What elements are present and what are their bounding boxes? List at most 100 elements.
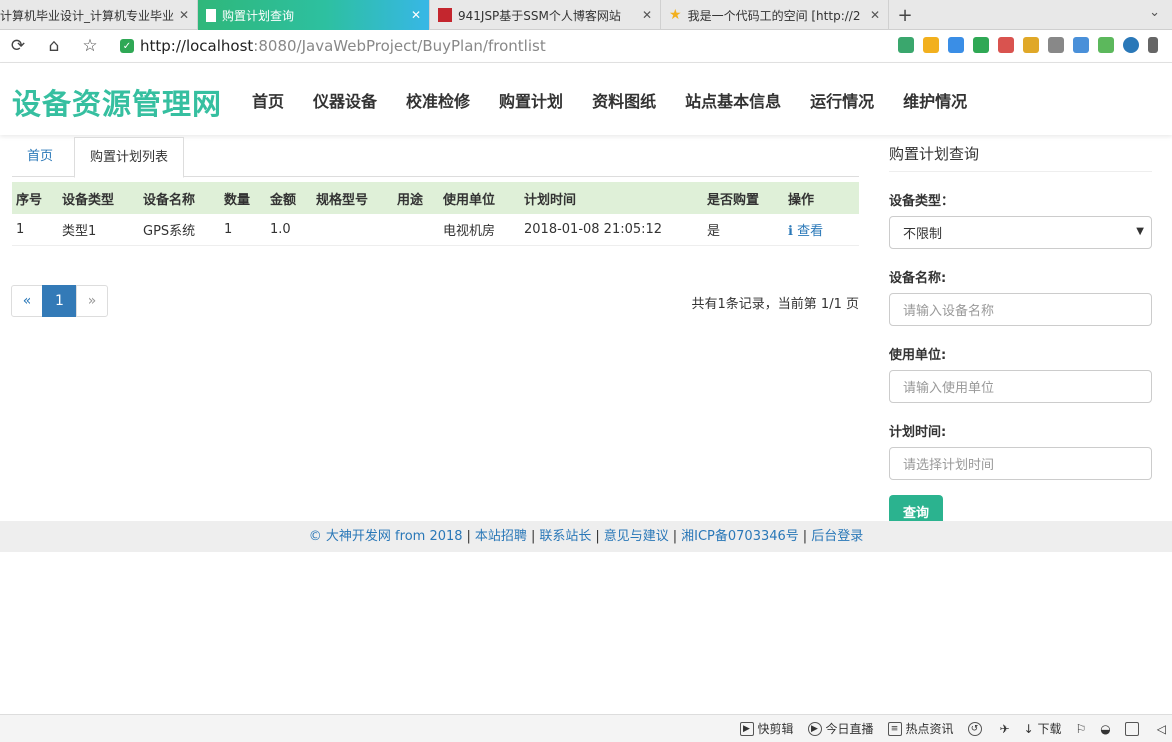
site-footer: © 大神开发网 from 2018 | 本站招聘 | 联系站长 | 意见与建议 | 湘ICP备0… [0,521,1172,552]
history-icon: ↺ [967,721,982,736]
cell-plan-time: 2018-01-08 21:05:12 [520,214,703,246]
nav-operation[interactable]: 运行情况 [810,88,874,112]
image-icon[interactable] [1048,37,1064,53]
extension-icon[interactable] [898,37,914,53]
unit-label: 使用单位: [889,348,947,363]
type-label: 设备类型： [889,194,955,209]
footer-link-feedback[interactable]: 意见与建议 [604,529,669,544]
browser-tab-1[interactable]: 计算机毕业设计_计算机专业毕业 ✕ [0,0,198,30]
home-icon[interactable]: ⌂ [36,36,72,56]
cell-type: 类型1 [58,214,139,246]
col-header: 设备类型 [58,182,139,214]
minus-circle-icon[interactable] [1123,37,1139,53]
purchase-plan-table: 序号 设备类型 设备名称 数量 金额 规格型号 用途 使用单位 计划时间 是否购… [12,182,859,246]
table-row: 1 类型1 GPS系统 1 1.0 电视机房 2018-01-08 21:05:… [12,214,859,246]
phone-icon[interactable] [1148,37,1158,53]
browser-tab-3[interactable]: 941JSP基于SSM个人博客网站 ✕ [430,0,661,30]
tab-title: 购置计划查询 [222,8,295,23]
window-icon [1124,721,1139,736]
flag-icon: ⚐ [1075,721,1087,736]
screenshot-icon[interactable] [1023,37,1039,53]
nav-purchase-plan[interactable]: 购置计划 [499,88,563,112]
search-icon[interactable] [1073,37,1089,53]
tab-title: 941JSP基于SSM个人博客网站 [458,8,621,23]
close-icon[interactable]: ✕ [411,8,421,22]
time-label: 计划时间: [889,425,947,440]
footer-copyright[interactable]: © 大神开发网 from 2018 [309,529,463,544]
nav-home[interactable]: 首页 [252,88,284,112]
page-1-button[interactable]: 1 [42,285,77,317]
toolbar-extensions [898,37,1158,53]
name-label: 设备名称: [889,271,947,286]
reader-icon[interactable] [1098,37,1114,53]
close-icon[interactable]: ✕ [870,8,880,22]
reload-icon[interactable]: ⟳ [0,36,36,56]
apps-icon[interactable] [948,37,964,53]
url-path: :8080/JavaWebProject/BuyPlan/frontlist [253,37,546,55]
status-quick-clip[interactable]: ▶ 快剪辑 [739,720,794,737]
chevron-down-icon[interactable]: ⌄ [1149,5,1160,20]
table-header-row: 序号 设备类型 设备名称 数量 金额 规格型号 用途 使用单位 计划时间 是否购… [12,182,859,214]
status-label: 下载 [1037,722,1062,736]
type-select-value: 不限制 [903,227,943,242]
status-news[interactable]: ≡ 热点资讯 [887,720,954,737]
cleanup-icon: ◒ [1100,721,1111,736]
status-window[interactable] [1124,721,1143,736]
tab-title: 我是一个代码工的空间 [http://2 [687,8,861,23]
col-header: 是否购置 [703,182,784,214]
shield-icon[interactable] [973,37,989,53]
status-history[interactable]: ↺ [967,721,986,736]
tab-purchase-plan-list[interactable]: 购置计划列表 [74,137,185,178]
cell-name: GPS系统 [139,214,220,246]
cell-quantity: 1 [220,214,266,246]
status-live[interactable]: ▶ 今日直播 [807,720,874,737]
nav-site-info[interactable]: 站点基本信息 [685,88,781,112]
status-cleanup[interactable]: ◒ [1100,722,1110,736]
bookmark-star-icon[interactable]: ☆ [72,36,108,56]
site-header: 设备资源管理网 首页 仪器设备 校准检修 购置计划 资料图纸 站点基本信息 运行… [0,63,1172,135]
col-header: 序号 [12,182,58,214]
nav-documents[interactable]: 资料图纸 [592,88,656,112]
status-speaker[interactable]: ◁ [1157,722,1166,736]
address-bar: ⟳ ⌂ ☆ ✓ http://localhost :8080/JavaWebPr… [0,30,1172,63]
status-flag[interactable]: ⚐ [1076,722,1087,736]
view-link[interactable]: ℹ 查看 [788,224,823,239]
translate-icon[interactable] [998,37,1014,53]
nav-maintenance[interactable]: 维护情况 [903,88,967,112]
cell-action: ℹ 查看 [784,214,859,246]
secure-shield-icon: ✓ [120,39,134,53]
close-icon[interactable]: ✕ [642,8,652,22]
new-tab-button[interactable]: + [889,0,921,30]
status-download[interactable]: ↓ 下载 [1024,720,1062,737]
tab-home[interactable]: 首页 [12,137,68,177]
browser-tab-4[interactable]: ★ 我是一个代码工的空间 [http://2 ✕ [661,0,889,30]
next-page-button[interactable]: » [76,285,108,317]
pin-icon: ✈ [999,721,1010,736]
url-field[interactable]: ✓ http://localhost :8080/JavaWebProject/… [120,37,546,55]
time-input[interactable]: 请选择计划时间 [889,447,1152,480]
status-pin[interactable]: ✈ [1000,722,1010,736]
unit-input[interactable]: 请输入使用单位 [889,370,1152,403]
lightning-icon[interactable] [923,37,939,53]
col-header: 计划时间 [520,182,703,214]
nav-instruments[interactable]: 仪器设备 [313,88,377,112]
nav-calibration[interactable]: 校准检修 [406,88,470,112]
col-header: 设备名称 [139,182,220,214]
footer-link-icp[interactable]: 湘ICP备0703346号 [681,529,799,544]
footer-link-admin-login[interactable]: 后台登录 [811,529,863,544]
close-icon[interactable]: ✕ [179,8,189,22]
live-icon: ▶ [807,721,822,736]
footer-link-jobs[interactable]: 本站招聘 [475,529,527,544]
col-header: 使用单位 [439,182,520,214]
cell-usage [393,214,439,246]
prev-page-button[interactable]: « [11,285,43,317]
view-link-label: 查看 [797,223,824,239]
browser-tab-bar: 计算机毕业设计_计算机专业毕业 ✕ 购置计划查询 ✕ 941JSP基于SSM个人… [0,0,1172,30]
cell-spec [312,214,393,246]
info-icon: ℹ [788,223,793,239]
site-logo[interactable]: 设备资源管理网 [12,81,222,123]
name-input[interactable]: 请输入设备名称 [889,293,1152,326]
footer-link-contact[interactable]: 联系站长 [539,529,591,544]
type-select[interactable]: 不限制 ▼ [889,216,1152,249]
browser-tab-2[interactable]: 购置计划查询 ✕ [198,0,430,30]
